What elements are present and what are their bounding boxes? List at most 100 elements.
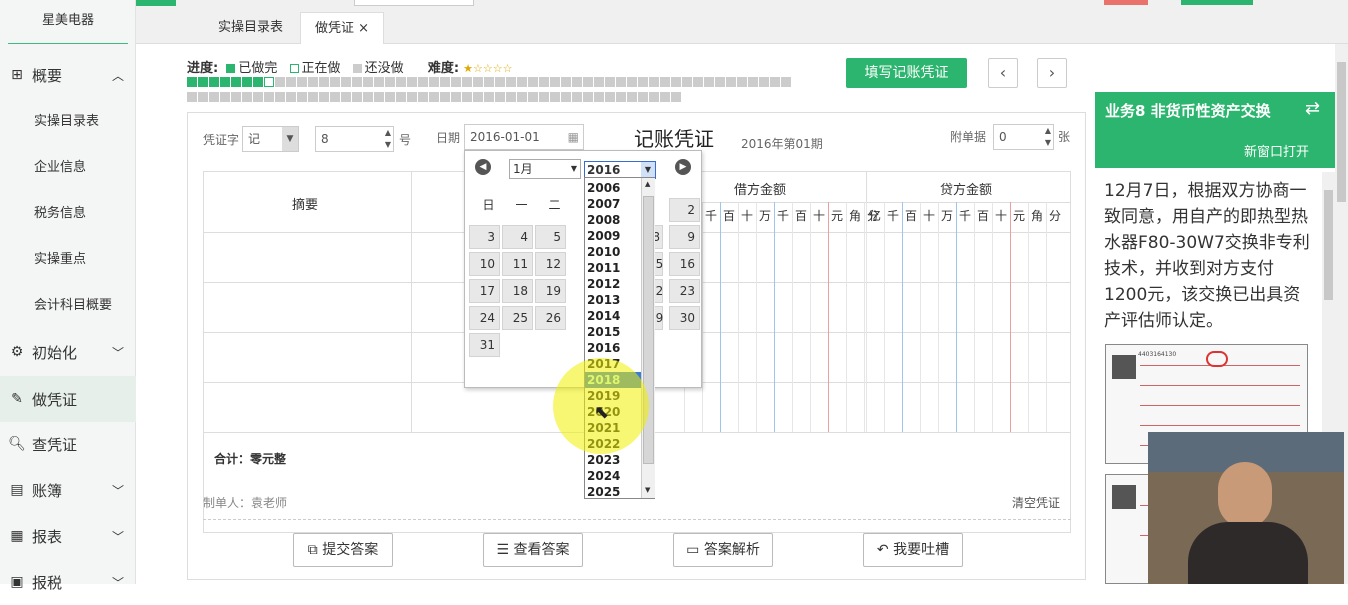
progress-cell[interactable] [451,77,461,87]
day-cell[interactable]: 18 [502,279,533,303]
next-button[interactable]: › [1037,58,1067,88]
nav-tax-filing[interactable]: ▣ 报税 ﹀ [0,559,136,605]
progress-cell[interactable] [374,77,384,87]
year-option[interactable]: 2016 [585,340,641,356]
progress-cell[interactable] [275,77,285,87]
submit-answer-button[interactable]: ⧉ 提交答案 [293,533,393,567]
progress-cell[interactable] [517,77,527,87]
year-option[interactable]: 2024 [585,468,641,484]
progress-cell[interactable] [451,92,461,102]
clear-voucher-link[interactable]: 清空凭证 [1012,494,1060,511]
progress-cell[interactable] [781,77,791,87]
nav-make-voucher[interactable]: ✎ 做凭证 [0,376,136,422]
swap-icon[interactable]: ⇄ [1305,98,1320,119]
progress-cell[interactable] [352,92,362,102]
voucher-type-select[interactable]: 记 ▼ [242,126,299,152]
progress-cell[interactable] [440,77,450,87]
progress-cell[interactable] [286,77,296,87]
progress-cell[interactable] [429,77,439,87]
progress-cell[interactable] [220,92,230,102]
progress-cell[interactable] [726,77,736,87]
progress-cell[interactable] [297,92,307,102]
progress-cell[interactable] [495,92,505,102]
progress-cell[interactable] [572,77,582,87]
year-option[interactable]: 2023 [585,452,641,468]
nav-report[interactable]: ▦ 报表 ﹀ [0,513,136,559]
scroll-thumb[interactable] [1324,190,1333,300]
progress-cell[interactable] [385,77,395,87]
attachment-count-input[interactable]: 0 ▲ ▼ [993,124,1054,150]
progress-cell[interactable] [671,92,681,102]
progress-cell[interactable] [418,77,428,87]
day-cell[interactable]: 16 [669,252,700,276]
progress-cell[interactable] [242,77,252,87]
nav-catalog[interactable]: 实操目录表 [0,99,136,145]
progress-cell[interactable] [209,77,219,87]
progress-cell[interactable] [473,92,483,102]
progress-cell[interactable] [231,77,241,87]
progress-cell[interactable] [187,77,197,87]
year-option[interactable]: 2012 [585,276,641,292]
scroll-up-icon[interactable]: ▲ [645,180,650,188]
progress-cell[interactable] [198,92,208,102]
day-cell[interactable]: 26 [535,306,566,330]
progress-cell[interactable] [407,77,417,87]
progress-cell[interactable] [561,92,571,102]
progress-cell[interactable] [704,77,714,87]
day-cell[interactable]: 19 [535,279,566,303]
progress-cell[interactable] [660,92,670,102]
progress-cell[interactable] [253,77,263,87]
view-answer-button[interactable]: ☰ 查看答案 [483,533,583,567]
year-option[interactable]: 2025 [585,484,641,500]
progress-cell[interactable] [649,77,659,87]
progress-cell[interactable] [253,92,263,102]
progress-cell[interactable] [407,92,417,102]
year-option[interactable]: 2006 [585,180,641,196]
year-option[interactable]: 2009 [585,228,641,244]
progress-cell[interactable] [528,77,538,87]
progress-cell[interactable] [297,77,307,87]
day-cell[interactable]: 9 [669,225,700,249]
progress-cell[interactable] [759,77,769,87]
progress-cell[interactable] [286,92,296,102]
prev-button[interactable]: ‹ [988,58,1018,88]
day-cell[interactable]: 23 [669,279,700,303]
progress-cell[interactable] [550,92,560,102]
close-icon[interactable]: × [358,21,369,36]
progress-cell[interactable] [517,92,527,102]
progress-cell[interactable] [209,92,219,102]
day-cell[interactable]: 25 [502,306,533,330]
progress-cell[interactable] [550,77,560,87]
progress-cell[interactable] [715,77,725,87]
voucher-number-input[interactable]: 8 ▲ ▼ [315,126,394,152]
progress-cell[interactable] [319,92,329,102]
year-option[interactable]: 2007 [585,196,641,212]
tab-make-voucher[interactable]: 做凭证 × [300,12,385,44]
progress-cell[interactable] [473,77,483,87]
progress-cell[interactable] [682,77,692,87]
progress-cell[interactable] [418,92,428,102]
progress-cell[interactable] [539,77,549,87]
progress-cell[interactable] [462,77,472,87]
day-cell[interactable]: 11 [502,252,533,276]
progress-cell[interactable] [198,77,208,87]
progress-cell[interactable] [462,92,472,102]
progress-cell[interactable] [583,77,593,87]
progress-cell[interactable] [748,77,758,87]
day-cell[interactable]: 5 [535,225,566,249]
progress-cell[interactable] [484,92,494,102]
progress-cell[interactable] [506,77,516,87]
nav-company-info[interactable]: 企业信息 [0,145,136,191]
nav-query-voucher[interactable]: 🔍︎ 查凭证 [0,421,136,467]
progress-cell[interactable] [396,77,406,87]
progress-cell[interactable] [363,92,373,102]
progress-cell[interactable] [616,77,626,87]
progress-cell[interactable] [396,92,406,102]
progress-cell[interactable] [583,92,593,102]
tab-catalog[interactable]: 实操目录表 [204,12,297,44]
progress-cell[interactable] [561,77,571,87]
year-scrollbar[interactable]: ▲ ▼ [641,178,655,498]
progress-cell[interactable] [572,92,582,102]
progress-cell[interactable] [352,77,362,87]
progress-cell[interactable] [693,77,703,87]
